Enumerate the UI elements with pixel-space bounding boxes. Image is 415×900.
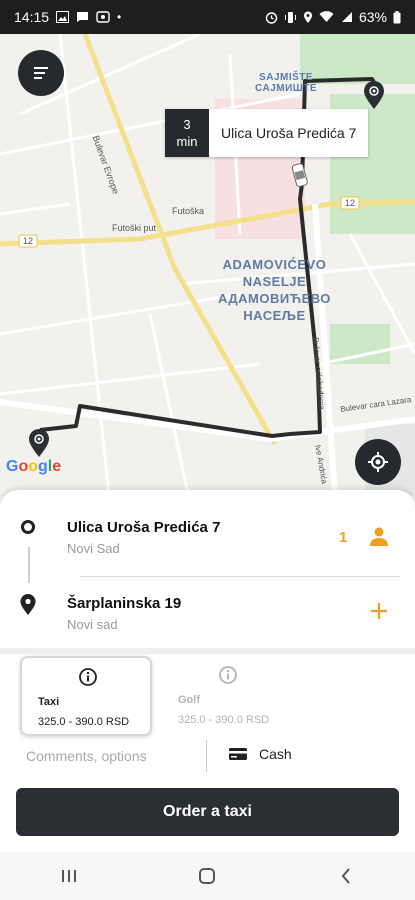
status-time: 14:15: [14, 9, 50, 25]
message-icon: [77, 12, 89, 22]
info-icon[interactable]: [78, 667, 98, 687]
eta-minutes: 3: [183, 117, 191, 132]
map-label-adamovicevo: ADAMOVIĆEVO NASELJE АДАМОВИЋЕВО НАСЕЉЕ: [218, 257, 331, 323]
road-number-12-left: 12: [23, 236, 34, 246]
app-screen: 14:15 • 63% SAJMIŠTE САЈМИШТЕ ADAMOVIĆEV…: [0, 0, 415, 900]
destination-pin-icon: [364, 81, 384, 109]
pickup-circle-icon: [21, 520, 35, 534]
tariff-name: Golf: [178, 694, 200, 706]
recent-apps-icon: [62, 870, 77, 882]
google-letter: g: [38, 458, 48, 475]
eta-callout: 3 min Ulica Uroša Predića 7: [165, 109, 369, 157]
road-label-futoski-put: Futoški put: [112, 223, 157, 233]
eta-time: 3 min: [165, 109, 209, 157]
passenger-count: 1: [339, 529, 348, 546]
menu-icon: [34, 67, 48, 79]
google-logo: Google: [6, 458, 61, 476]
destination-address[interactable]: Šarplaninska 19: [67, 595, 181, 612]
order-taxi-button[interactable]: Order a taxi: [16, 788, 399, 836]
road-number-12-right: 12: [345, 198, 356, 208]
location-icon: [303, 11, 312, 23]
options-separator: [206, 740, 207, 772]
map-view[interactable]: SAJMIŠTE САЈМИШТЕ ADAMOVIĆEVO NASELJE АД…: [0, 34, 415, 496]
image-icon: [56, 11, 70, 23]
my-location-button[interactable]: [355, 439, 401, 485]
payment-method-selector[interactable]: Cash: [228, 746, 292, 762]
battery-icon: [393, 10, 401, 23]
cash-card-icon: [229, 748, 247, 760]
section-separator: [0, 648, 415, 654]
vibrate-icon: [284, 11, 296, 23]
tariff-card-golf[interactable]: Golf 325.0 - 390.0 RSD: [162, 656, 294, 736]
pickup-address[interactable]: Ulica Uroša Predića 7: [67, 519, 220, 536]
map-canvas: [0, 34, 415, 496]
route-connector-line: [28, 547, 30, 583]
alarm-icon: [265, 11, 278, 24]
crosshair-icon: [368, 452, 388, 472]
eta-address: Ulica Uroša Predića 7: [221, 125, 357, 141]
google-letter: o: [28, 458, 39, 475]
add-stop-plus-icon[interactable]: [368, 600, 390, 622]
tariff-price: 325.0 - 390.0 RSD: [178, 714, 270, 726]
signal-icon: [341, 12, 352, 22]
google-letter: G: [6, 458, 19, 475]
road-label-futoska: Futoška: [172, 206, 205, 216]
eta-unit: min: [176, 134, 198, 149]
map-label-sajmiste: SAJMIŠTE САЈМИШТЕ: [255, 72, 318, 94]
home-button[interactable]: [177, 856, 237, 896]
home-icon: [199, 868, 216, 884]
route-divider: [80, 576, 400, 577]
payment-label: Cash: [259, 746, 292, 762]
dot-icon: •: [117, 10, 122, 24]
tariff-price: 325.0 - 390.0 RSD: [38, 716, 130, 728]
android-nav-bar: [0, 852, 415, 900]
back-chevron-icon: [341, 868, 350, 884]
destination-city: Novi sad: [67, 617, 118, 632]
pickup-city: Novi Sad: [67, 541, 120, 556]
wifi-icon: [319, 11, 334, 22]
back-button[interactable]: [316, 856, 376, 896]
pickup-pin-icon: [29, 429, 49, 457]
google-letter: e: [52, 458, 62, 475]
tariff-card-taxi[interactable]: Taxi 325.0 - 390.0 RSD: [20, 656, 152, 736]
voicemail-icon: [96, 11, 110, 23]
person-icon[interactable]: [368, 525, 390, 547]
battery-percent: 63%: [358, 9, 387, 25]
info-icon[interactable]: [218, 665, 238, 685]
menu-button[interactable]: [18, 50, 64, 96]
status-bar: 14:15 • 63%: [0, 0, 415, 34]
destination-location-icon: [20, 594, 36, 615]
tariff-name: Taxi: [38, 696, 60, 708]
comments-options-field[interactable]: Comments, options: [26, 748, 147, 764]
recent-apps-button[interactable]: [39, 856, 99, 896]
google-letter: o: [18, 458, 29, 475]
